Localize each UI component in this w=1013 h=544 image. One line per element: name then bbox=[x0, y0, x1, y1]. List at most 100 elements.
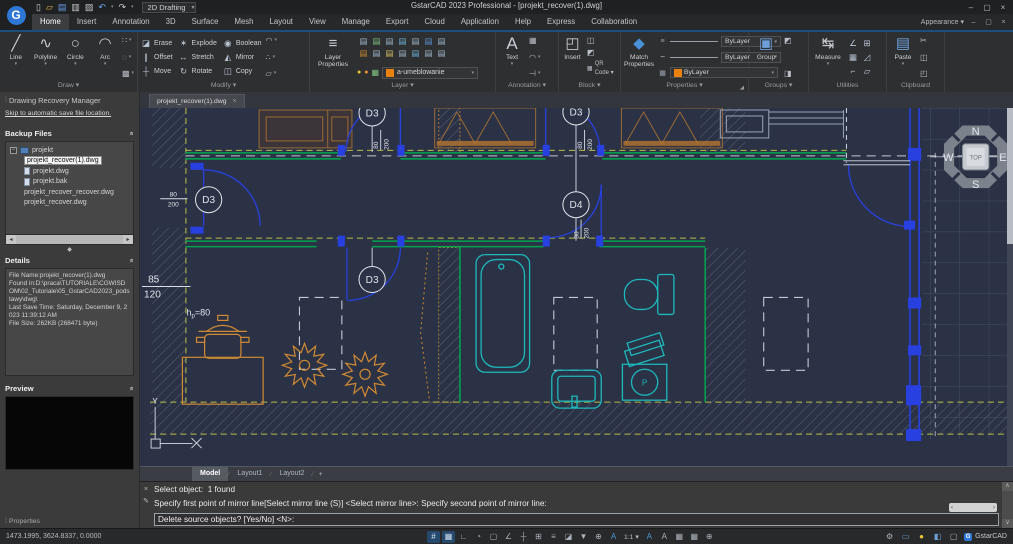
mirror-button[interactable]: ◭Mirror bbox=[223, 50, 262, 64]
undo-icon[interactable]: ↶ bbox=[98, 2, 106, 12]
menu-item-mesh[interactable]: Mesh bbox=[226, 14, 261, 30]
list-tool-button[interactable]: ▱ bbox=[862, 64, 872, 78]
tab-model[interactable]: Model bbox=[192, 467, 228, 481]
table-button[interactable]: ▦ bbox=[529, 36, 541, 45]
collapse-preview-icon[interactable]: » bbox=[129, 386, 136, 390]
layer-state-icon[interactable]: ▤ bbox=[437, 48, 445, 59]
panel-grip-icon[interactable]: ⁞ bbox=[5, 97, 6, 104]
text-button[interactable]: A Text▾ bbox=[499, 34, 525, 80]
ungroup-button[interactable]: ◨ bbox=[784, 69, 792, 78]
command-horizontal-scrollbar[interactable]: ‹› bbox=[949, 503, 997, 512]
layer-state-icon[interactable]: ▤ bbox=[411, 48, 419, 59]
undo-dropdown-icon[interactable]: ▾ bbox=[111, 2, 114, 12]
drawing-canvas[interactable]: P bbox=[140, 108, 1013, 466]
offset-button[interactable]: ∥Offset bbox=[141, 50, 173, 64]
insert-button[interactable]: ◰ Insert bbox=[562, 34, 583, 80]
tab-close-icon[interactable]: × bbox=[233, 98, 237, 105]
app-logo[interactable]: G bbox=[3, 2, 29, 28]
layer-state-icon[interactable]: ▤ bbox=[372, 48, 380, 59]
doc-minimize-button[interactable]: – bbox=[968, 19, 979, 26]
layer-thaw-sun-icon[interactable]: ● bbox=[364, 69, 368, 76]
ortho-toggle[interactable]: ∟ bbox=[457, 531, 470, 543]
osnap-angle-toggle[interactable]: ∠ bbox=[502, 531, 515, 543]
menu-item-cloud[interactable]: Cloud bbox=[416, 14, 452, 30]
menu-item-insert[interactable]: Insert bbox=[69, 14, 105, 30]
cut-button[interactable]: ✂ bbox=[920, 36, 928, 45]
layer-state-icon[interactable]: ▤ bbox=[359, 48, 367, 59]
command-close-icon[interactable]: × bbox=[144, 486, 148, 493]
scroll-left-icon[interactable]: ◂ bbox=[6, 235, 16, 244]
restore-button[interactable]: ▢ bbox=[980, 2, 994, 13]
paste-button[interactable]: ▤ Paste▾ bbox=[890, 34, 916, 80]
tree-folder-row[interactable]: − projekt bbox=[10, 145, 131, 156]
compass-north[interactable]: N bbox=[972, 126, 980, 138]
polyline-button[interactable]: ∿ Polyline▾ bbox=[33, 34, 59, 80]
annotation-autoscale-toggle[interactable]: A bbox=[658, 531, 671, 543]
skip-to-save-location-link[interactable]: Skip to automatic save file location. bbox=[5, 110, 134, 117]
fullscreen-icon[interactable]: ▢ bbox=[948, 531, 959, 543]
compass-south[interactable]: S bbox=[972, 179, 979, 191]
menu-item-application[interactable]: Application bbox=[453, 14, 507, 30]
menu-item-annotation[interactable]: Annotation bbox=[104, 14, 157, 30]
id-point-button[interactable]: ⊞ bbox=[862, 36, 872, 50]
tree-file-row[interactable]: projekt_recover.dwg bbox=[24, 198, 131, 209]
layer-state-icon[interactable]: ▤ bbox=[424, 36, 432, 47]
print-icon[interactable]: ▨ bbox=[85, 2, 94, 12]
canvas-vertical-scrollbar[interactable] bbox=[1007, 108, 1013, 466]
stretch-button[interactable]: ↔Stretch bbox=[179, 50, 217, 64]
menu-item-view[interactable]: View bbox=[301, 14, 334, 30]
menu-item-express[interactable]: Express bbox=[539, 14, 583, 30]
feedback-icon[interactable]: ◧ bbox=[932, 531, 943, 543]
tree-file-row[interactable]: projekt_recover_recover.dwg bbox=[24, 187, 131, 198]
compass-east[interactable]: E bbox=[999, 152, 1006, 164]
paste-special-button[interactable]: ◰ bbox=[920, 69, 928, 78]
new-file-icon[interactable]: ▯ bbox=[36, 2, 41, 12]
measure-button[interactable]: ↹ Measure▾ bbox=[812, 34, 844, 80]
annotation-scale-icon[interactable]: A bbox=[607, 531, 620, 543]
draw-panel-label[interactable]: Draw ▾ bbox=[3, 80, 134, 92]
lineweight-toggle[interactable]: ≡ bbox=[547, 531, 560, 543]
command-vertical-scrollbar[interactable]: ∧ ∨ bbox=[1002, 482, 1013, 528]
move-button[interactable]: ┼Move bbox=[141, 64, 173, 78]
minimize-button[interactable]: – bbox=[964, 2, 978, 13]
snap-toggle[interactable]: # bbox=[427, 531, 440, 543]
layer-state-icon[interactable]: ▤ bbox=[398, 36, 406, 47]
osnap-toggle[interactable]: ▢ bbox=[487, 531, 500, 543]
menu-item-layout[interactable]: Layout bbox=[262, 14, 301, 30]
line-button[interactable]: ╱ Line▾ bbox=[3, 34, 29, 80]
copy-button[interactable]: ◫Copy bbox=[223, 64, 262, 78]
tips-bulb-icon[interactable]: ● bbox=[916, 531, 927, 543]
command-input[interactable]: Delete source objects? [Yes/No] <N>: bbox=[154, 513, 999, 526]
menu-item-export[interactable]: Export bbox=[378, 14, 417, 30]
layer-state-icon[interactable]: ▤ bbox=[372, 36, 380, 47]
tab-layout2[interactable]: Layout2 bbox=[272, 467, 313, 481]
clean-screen-toggle[interactable]: ⊕ bbox=[703, 531, 716, 543]
tree-expand-icon[interactable]: − bbox=[10, 147, 17, 154]
otrack-toggle[interactable]: ┼ bbox=[517, 531, 530, 543]
transparency-toggle[interactable]: ◪ bbox=[562, 531, 575, 543]
settings-gear-icon[interactable]: ⚙ bbox=[884, 531, 895, 543]
save-as-icon[interactable]: ▥ bbox=[71, 2, 80, 12]
layer-state-icon[interactable]: ▤ bbox=[359, 36, 367, 47]
layer-state-icon[interactable]: ▤ bbox=[437, 36, 445, 47]
display-icon[interactable]: ▭ bbox=[900, 531, 911, 543]
collapse-details-icon[interactable]: » bbox=[129, 258, 136, 262]
doc-restore-button[interactable]: ▢ bbox=[983, 18, 994, 26]
copy-clip-button[interactable]: ◫ bbox=[920, 53, 928, 62]
scroll-up-icon[interactable]: ∧ bbox=[1002, 482, 1013, 491]
menu-item-surface[interactable]: Surface bbox=[184, 14, 227, 30]
quick-calc-button[interactable]: ▦ bbox=[848, 50, 858, 64]
menu-item-collaboration[interactable]: Collaboration bbox=[583, 14, 645, 30]
add-layout-button[interactable]: + bbox=[314, 471, 328, 478]
workspace-dropdown[interactable]: 2D Drafting bbox=[142, 2, 197, 13]
circle-button[interactable]: ○ Circle▾ bbox=[62, 34, 88, 80]
file-tab[interactable]: projekt_recover(1).dwg × bbox=[149, 94, 245, 108]
layer-state-icon[interactable]: ▤ bbox=[424, 48, 432, 59]
angle-tool-button[interactable]: ∠ bbox=[848, 36, 858, 50]
explode-button[interactable]: ✶Explode bbox=[179, 36, 217, 50]
collapse-backup-icon[interactable]: » bbox=[129, 131, 136, 135]
save-icon[interactable]: ▤ bbox=[58, 2, 67, 12]
erase-button[interactable]: ◪Erase bbox=[141, 36, 173, 50]
open-file-icon[interactable]: ▱ bbox=[46, 2, 53, 12]
scale-button[interactable]: ▱▾ bbox=[266, 69, 278, 78]
